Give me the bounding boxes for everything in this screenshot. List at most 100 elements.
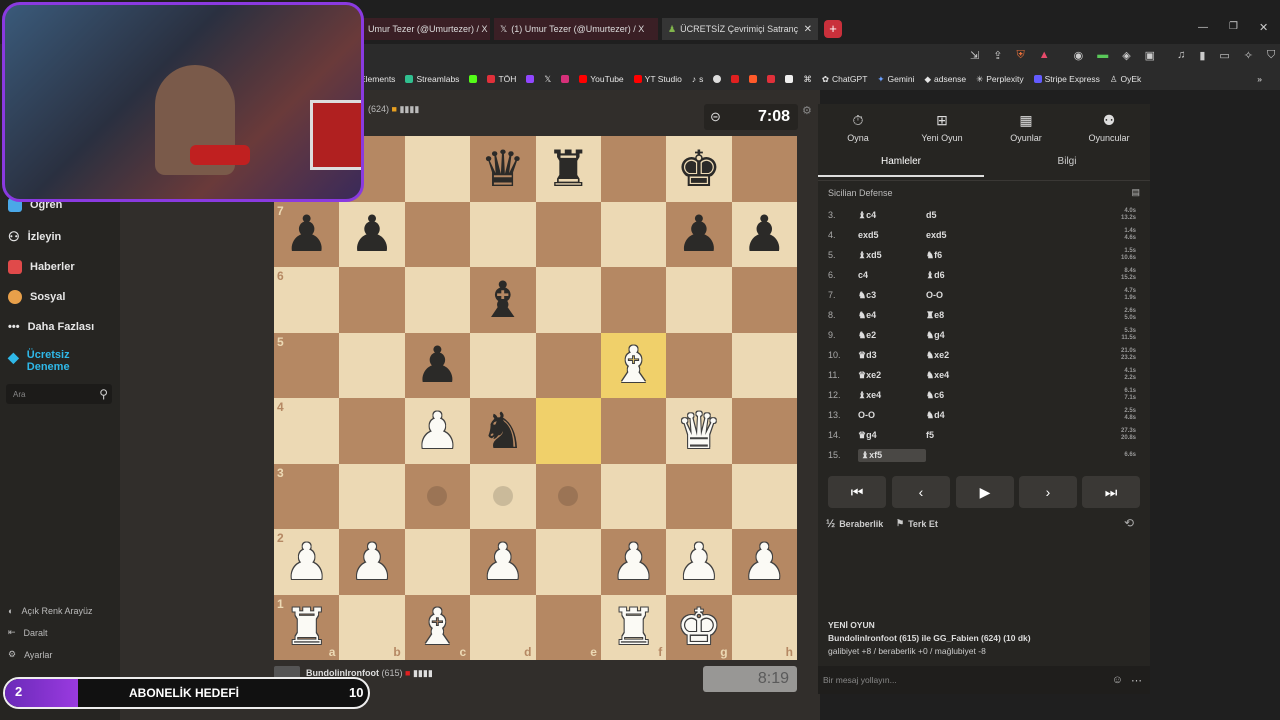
- first-move-button[interactable]: ⏮: [828, 476, 886, 508]
- square-b5[interactable]: [339, 332, 405, 398]
- square-a5[interactable]: 5: [274, 332, 340, 398]
- square-g7[interactable]: ♟: [666, 201, 732, 267]
- white-move[interactable]: ♝xe4: [858, 390, 926, 401]
- square-c1[interactable]: c ♝: [404, 594, 471, 660]
- previous-move-button[interactable]: ‹: [892, 476, 950, 508]
- white-pawn-icon[interactable]: ♟: [611, 537, 656, 587]
- play-button[interactable]: ▶: [956, 476, 1014, 508]
- square-c6[interactable]: [404, 267, 471, 333]
- square-b7[interactable]: ♟: [339, 201, 405, 267]
- black-pawn-icon[interactable]: ♟: [284, 209, 329, 259]
- black-move[interactable]: ♞xe2: [926, 350, 1046, 361]
- square-a3[interactable]: 3: [274, 463, 340, 529]
- square-h4[interactable]: [731, 398, 797, 464]
- square-e4[interactable]: [535, 398, 601, 464]
- square-b2[interactable]: ♟: [339, 529, 405, 595]
- black-move[interactable]: ♞xe4: [926, 370, 1046, 381]
- white-pawn-icon[interactable]: ♟: [742, 537, 787, 587]
- black-pawn-icon[interactable]: ♟: [415, 340, 460, 390]
- sidebar-item-more[interactable]: ••• Daha Fazlası: [8, 321, 94, 333]
- white-queen-icon[interactable]: ♛: [677, 406, 722, 456]
- square-d3[interactable]: [470, 463, 536, 529]
- shield-icon[interactable]: ⛨: [1016, 49, 1024, 62]
- square-d4[interactable]: ♞: [470, 398, 536, 464]
- black-move[interactable]: exd5: [926, 230, 1046, 240]
- maximize-icon[interactable]: ❐: [1229, 21, 1238, 32]
- bookmark-x[interactable]: 𝕏: [544, 74, 551, 85]
- square-f2[interactable]: ♟: [600, 529, 667, 595]
- bookmark-youtube[interactable]: YouTube: [579, 74, 624, 84]
- square-d8[interactable]: ♛: [470, 136, 536, 202]
- square-f3[interactable]: [600, 463, 667, 529]
- sidebar-item-collapse[interactable]: ⇤ Daralt: [8, 627, 48, 638]
- white-rook-icon[interactable]: ♜: [284, 602, 329, 652]
- white-pawn-icon[interactable]: ♟: [415, 406, 460, 456]
- sidebar-item-news[interactable]: Haberler: [8, 260, 75, 274]
- white-move[interactable]: c4: [858, 270, 926, 280]
- tab-play[interactable]: ⏱ Oyna: [818, 112, 898, 143]
- new-tab-button[interactable]: +: [824, 20, 842, 38]
- square-f7[interactable]: [600, 201, 667, 267]
- white-move[interactable]: O-O: [858, 410, 926, 420]
- sidebar-item-light-theme[interactable]: ◐ Açık Renk Arayüz: [8, 606, 92, 616]
- square-c2[interactable]: [404, 529, 471, 595]
- square-f8[interactable]: [600, 136, 667, 202]
- sidebar-icon[interactable]: ▮: [1199, 49, 1205, 62]
- square-e6[interactable]: [535, 267, 601, 333]
- bookmark-ytstudio[interactable]: YT Studio: [633, 74, 682, 84]
- white-move[interactable]: ♛d3: [858, 350, 926, 361]
- bookmark-chatgpt[interactable]: ✿ ChatGPT: [822, 74, 868, 85]
- square-d7[interactable]: [470, 201, 536, 267]
- square-b4[interactable]: [339, 398, 405, 464]
- white-pawn-icon[interactable]: ♟: [480, 537, 525, 587]
- square-f1[interactable]: f ♜: [600, 594, 667, 660]
- tab-games[interactable]: ▦ Oyunlar: [986, 112, 1066, 143]
- black-move[interactable]: O-O: [926, 290, 1046, 300]
- more-options-icon[interactable]: ⋯: [1131, 674, 1142, 687]
- black-move[interactable]: ♞f6: [926, 250, 1046, 261]
- minimize-icon[interactable]: —: [1198, 22, 1208, 33]
- extension-icon[interactable]: ◈: [1122, 49, 1130, 62]
- black-move[interactable]: d5: [926, 210, 1046, 220]
- bookmark-misc[interactable]: [767, 75, 776, 83]
- board-settings-icon[interactable]: ⚙: [802, 104, 812, 117]
- bookmark-toh[interactable]: TÖH: [487, 74, 516, 84]
- square-a1[interactable]: 1 a ♜: [274, 594, 340, 660]
- square-d5[interactable]: [470, 332, 536, 398]
- tab-new-game[interactable]: ⊞ Yeni Oyun: [902, 112, 982, 143]
- extension-icon[interactable]: ◉: [1074, 49, 1084, 62]
- more-bookmarks-icon[interactable]: »: [1257, 74, 1262, 84]
- bookmark-instagram[interactable]: [561, 75, 570, 83]
- chat-input[interactable]: Bir mesaj yollayın... ☺ ⋯: [818, 666, 1150, 694]
- square-c5[interactable]: ♟: [404, 332, 471, 398]
- tab-info[interactable]: Bilgi: [984, 156, 1150, 167]
- bookmark-streamlabs[interactable]: Streamlabs: [405, 74, 459, 84]
- square-b1[interactable]: b: [339, 594, 405, 660]
- wallet-icon[interactable]: ▭: [1219, 49, 1229, 62]
- resign-button[interactable]: ⚑ Terk Et: [896, 518, 938, 529]
- white-rook-icon[interactable]: ♜: [611, 602, 656, 652]
- music-icon[interactable]: ♫: [1177, 49, 1185, 62]
- white-move[interactable]: ♞c3: [858, 290, 926, 301]
- square-b6[interactable]: [339, 267, 405, 333]
- square-e2[interactable]: [535, 529, 601, 595]
- black-pawn-icon[interactable]: ♟: [742, 209, 787, 259]
- white-move[interactable]: ♛g4: [858, 430, 926, 441]
- black-move[interactable]: ♞g4: [926, 330, 1046, 341]
- square-c4[interactable]: ♟: [404, 398, 471, 464]
- square-f5[interactable]: ♝: [600, 332, 667, 398]
- install-icon[interactable]: ⇲: [970, 49, 979, 62]
- vpn-icon[interactable]: ⛉: [1267, 49, 1275, 62]
- square-e8[interactable]: ♜: [535, 136, 601, 202]
- bookmark-misc[interactable]: ⌘: [803, 74, 812, 85]
- bookmark-misc[interactable]: [713, 75, 722, 83]
- flip-board-icon[interactable]: ⟲: [1124, 516, 1134, 530]
- square-f6[interactable]: [600, 267, 667, 333]
- sidebar-item-free-trial[interactable]: ◆ Ücretsiz Deneme: [8, 349, 97, 373]
- bookmark-twitch[interactable]: [526, 75, 535, 83]
- square-g2[interactable]: ♟: [666, 529, 732, 595]
- square-h1[interactable]: h: [731, 594, 797, 660]
- square-a2[interactable]: 2 ♟: [274, 529, 340, 595]
- black-rook-icon[interactable]: ♜: [546, 144, 591, 194]
- black-king-icon[interactable]: ♚: [677, 144, 722, 194]
